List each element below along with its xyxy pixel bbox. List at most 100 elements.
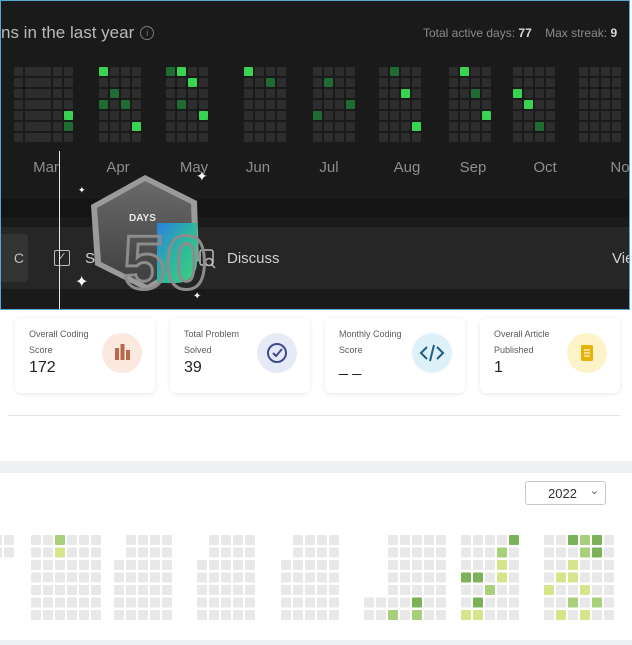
heatmap-cell	[604, 610, 614, 620]
heatmap-cell	[293, 535, 303, 545]
heatmap-cell	[424, 597, 434, 608]
heatmap-cell	[400, 585, 410, 595]
heatmap-cell	[580, 535, 590, 545]
heatmap-cell	[293, 610, 303, 620]
heatmap-cell	[150, 560, 160, 570]
heatmap-cell	[293, 597, 303, 608]
heatmap-cell	[114, 572, 124, 583]
heatmap-cell	[400, 610, 410, 620]
heatmap-cell	[305, 610, 315, 620]
heatmap-cell	[31, 572, 41, 583]
heatmap-cell	[485, 610, 495, 620]
heatmap-cell	[376, 610, 386, 620]
heatmap-cell	[436, 597, 446, 608]
heatmap-cell	[245, 547, 255, 558]
heatmap-cell	[329, 560, 339, 570]
heatmap-cell	[43, 535, 53, 545]
heatmap-cell	[461, 572, 471, 583]
heatmap-cell	[209, 560, 219, 570]
heatmap-cell	[197, 585, 207, 595]
heatmap-cell	[388, 610, 398, 620]
heatmap-cell	[114, 610, 124, 620]
heatmap-cell	[138, 560, 148, 570]
heatmap-cell	[556, 535, 566, 545]
heatmap-cell	[293, 585, 303, 595]
heatmap-cell	[580, 560, 590, 570]
heatmap-cell	[592, 560, 602, 570]
heatmap-cell	[4, 535, 14, 545]
heatmap-cell	[388, 597, 398, 608]
heatmap-cell	[55, 572, 65, 583]
heatmap-cell	[138, 535, 148, 545]
heatmap-cell	[209, 585, 219, 595]
heatmap-cell	[91, 597, 101, 608]
heatmap-cell	[461, 585, 471, 595]
heatmap-cell	[138, 585, 148, 595]
heatmap-cell	[424, 572, 434, 583]
heatmap-cell	[233, 560, 243, 570]
heatmap-cell	[556, 610, 566, 620]
heatmap-cell	[317, 535, 327, 545]
heatmap-cell	[568, 610, 578, 620]
heatmap-cell	[485, 597, 495, 608]
heatmap-cell	[221, 547, 231, 558]
heatmap-cell	[604, 572, 614, 583]
heatmap-cell	[509, 597, 519, 608]
heatmap-cell	[126, 597, 136, 608]
heatmap-cell	[604, 547, 614, 558]
heatmap-cell	[233, 597, 243, 608]
heatmap-cell	[162, 597, 172, 608]
heatmap-cell	[412, 547, 422, 558]
heatmap-cell	[293, 547, 303, 558]
heatmap-cell	[126, 610, 136, 620]
heatmap-cell	[400, 547, 410, 558]
heatmap-cell	[604, 535, 614, 545]
heatmap-cell	[461, 535, 471, 545]
heatmap-cell	[31, 610, 41, 620]
heatmap-cell	[150, 585, 160, 595]
heatmap-cell	[138, 547, 148, 558]
heatmap-cell	[305, 585, 315, 595]
heatmap-cell	[67, 585, 77, 595]
heatmap-cell	[281, 572, 291, 583]
heatmap-cell	[568, 585, 578, 595]
heatmap-cell	[150, 547, 160, 558]
heatmap-cell	[197, 610, 207, 620]
heatmap-cell	[544, 547, 554, 558]
heatmap-cell	[317, 585, 327, 595]
heatmap-cell	[126, 535, 136, 545]
heatmap-cell	[43, 610, 53, 620]
heatmap-cell	[79, 572, 89, 583]
heatmap-cell	[376, 597, 386, 608]
heatmap-cell	[31, 535, 41, 545]
heatmap-cell	[509, 560, 519, 570]
heatmap-cell	[461, 560, 471, 570]
heatmap-cell	[126, 572, 136, 583]
heatmap-cell	[150, 572, 160, 583]
heatmap-cell	[55, 547, 65, 558]
heatmap-cell	[67, 572, 77, 583]
heatmap-cell	[162, 572, 172, 583]
heatmap-cell	[485, 572, 495, 583]
heatmap-cell	[67, 535, 77, 545]
heatmap-cell	[497, 585, 507, 595]
heatmap-cell	[400, 560, 410, 570]
heatmap-cell	[138, 572, 148, 583]
heatmap-cell	[126, 560, 136, 570]
heatmap-cell	[221, 572, 231, 583]
heatmap-cell	[436, 585, 446, 595]
heatmap-cell	[412, 597, 422, 608]
heatmap-cell	[544, 560, 554, 570]
section-separator	[0, 640, 632, 645]
heatmap-cell	[580, 572, 590, 583]
heatmap-cell	[424, 610, 434, 620]
heatmap-cell	[317, 560, 327, 570]
heatmap-cell	[31, 560, 41, 570]
heatmap-cell	[436, 560, 446, 570]
heatmap-cell	[436, 547, 446, 558]
heatmap-cell	[485, 560, 495, 570]
heatmap-cell	[412, 610, 422, 620]
heatmap-cell	[556, 597, 566, 608]
heatmap-cell	[197, 572, 207, 583]
heatmap-cell	[233, 535, 243, 545]
